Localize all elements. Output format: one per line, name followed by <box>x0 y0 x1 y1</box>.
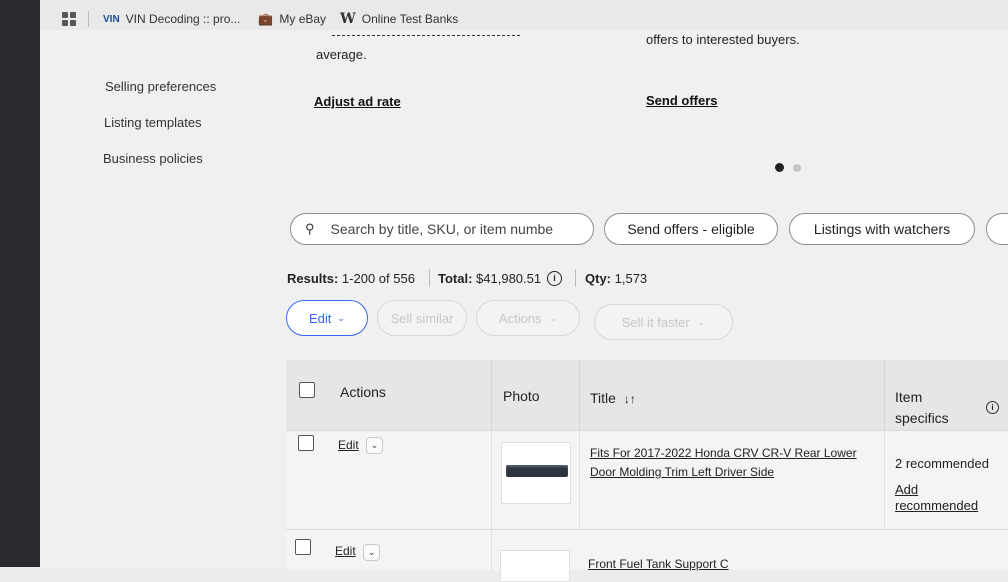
search-input[interactable]: ⚲ Search by title, SKU, or item numbe <box>290 213 594 245</box>
bookmark-label: VIN Decoding :: pro... <box>125 12 241 26</box>
column-divider <box>884 360 885 430</box>
info-icon[interactable]: i <box>547 271 562 286</box>
title-label: Title <box>590 390 616 406</box>
results-value: 1-200 of 556 <box>341 271 415 286</box>
column-divider <box>579 360 580 430</box>
column-item-specifics-line2: specifics <box>895 410 949 426</box>
sidebar-item-listing-templates[interactable]: Listing templates <box>104 115 202 130</box>
specifics-count: 2 recommended <box>895 456 989 471</box>
search-placeholder: Search by title, SKU, or item numbe <box>330 221 554 237</box>
chevron-down-icon: ⌄ <box>549 312 558 323</box>
vin-icon: VIN <box>103 13 120 25</box>
apps-grid-icon[interactable] <box>62 12 76 26</box>
qty-label: Qty: <box>585 271 611 286</box>
sell-similar-button[interactable]: Sell similar <box>377 300 467 336</box>
adjust-ad-rate-link[interactable]: Adjust ad rate <box>314 94 401 109</box>
column-item-specifics-line1: Item <box>895 389 923 405</box>
dashed-underline <box>332 35 520 36</box>
item-title-line1[interactable]: Fits For 2017-2022 Honda CRV CR-V Rear L… <box>590 445 857 462</box>
filter-listings-with-watchers[interactable]: Listings with watchers <box>789 213 975 245</box>
sort-icon[interactable]: ↓↑ <box>624 392 636 406</box>
search-icon: ⚲ <box>305 221 315 236</box>
door-molding-image <box>506 465 568 477</box>
bookmark-online-test-banks[interactable]: W Online Test Banks <box>340 11 458 27</box>
briefcase-icon: 💼 <box>258 12 274 26</box>
actions-label: Actions <box>498 310 542 326</box>
promo-left-text: average. <box>316 47 367 62</box>
row-edit-link[interactable]: Edit <box>335 544 356 558</box>
row-edit-link[interactable]: Edit <box>338 438 359 452</box>
chevron-down-icon: ⌄ <box>697 316 706 327</box>
add-recommended-line2[interactable]: recommended <box>895 498 978 513</box>
filter-send-offers-eligible[interactable]: Send offers - eligible <box>604 213 778 245</box>
item-title-line2[interactable]: Door Molding Trim Left Driver Side <box>590 464 774 481</box>
item-title-line1[interactable]: Front Fuel Tank Support C <box>588 556 729 573</box>
sidebar-item-business-policies[interactable]: Business policies <box>103 151 203 166</box>
table-row: Edit ⌄ Front Fuel Tank Support C <box>286 530 1008 582</box>
bookmark-label: My eBay <box>279 12 327 26</box>
total-label: Total: <box>438 271 473 286</box>
promo-right-text: offers to interested buyers. <box>646 32 800 47</box>
column-photo: Photo <box>503 388 540 404</box>
info-icon[interactable]: i <box>986 401 999 414</box>
chevron-down-icon: ⌄ <box>337 312 345 323</box>
results-count: Results: 1-200 of 556 <box>287 271 415 286</box>
row-checkbox[interactable] <box>295 539 311 555</box>
total-value: $41,980.51 <box>476 271 542 286</box>
bookmark-my-ebay[interactable]: 💼 My eBay <box>258 12 326 26</box>
add-recommended-line1[interactable]: Add <box>895 482 918 497</box>
column-divider <box>491 360 492 430</box>
actions-button[interactable]: Actions ⌄ <box>476 300 580 336</box>
page-content: average. offers to interested buyers. Ad… <box>40 30 1008 582</box>
sidebar-item-selling-preferences[interactable]: Selling preferences <box>105 79 216 94</box>
send-offers-link[interactable]: Send offers <box>646 93 718 108</box>
select-all-checkbox[interactable] <box>299 382 315 398</box>
stats-divider <box>575 269 576 287</box>
sell-it-faster-button[interactable]: Sell it faster ⌄ <box>594 304 733 340</box>
column-divider <box>491 431 492 529</box>
row-checkbox[interactable] <box>298 435 314 451</box>
carousel-dot[interactable] <box>793 164 801 172</box>
table-row: Edit ⌄ Fits For 2017-2022 Honda CRV CR-V… <box>286 431 1008 530</box>
filter-more[interactable] <box>986 213 1008 245</box>
stats-divider <box>429 269 430 287</box>
qty-value: 1,573 <box>614 271 648 286</box>
bookmark-label: Online Test Banks <box>361 12 459 26</box>
item-photo[interactable] <box>501 442 571 504</box>
column-divider <box>884 431 885 529</box>
screen-bezel <box>0 0 40 567</box>
w-logo-icon: W <box>340 11 356 27</box>
column-title[interactable]: Title ↓↑ <box>590 390 636 406</box>
column-divider <box>579 431 580 529</box>
chevron-down-icon[interactable]: ⌄ <box>366 437 383 454</box>
table-header: Actions Photo Title ↓↑ Item specifics i <box>286 360 1008 431</box>
quantity: Qty: 1,573 <box>585 271 647 286</box>
edit-label: Edit <box>309 310 332 326</box>
edit-button[interactable]: Edit ⌄ <box>286 300 368 336</box>
sell-it-faster-label: Sell it faster <box>621 314 690 330</box>
results-label: Results: <box>287 271 339 286</box>
bookmark-vin-decoding[interactable]: VIN VIN Decoding :: pro... <box>103 12 240 26</box>
item-photo[interactable] <box>500 550 570 582</box>
column-divider <box>491 530 492 570</box>
column-actions: Actions <box>340 384 386 400</box>
carousel-dot-active[interactable] <box>775 163 784 172</box>
chevron-down-icon[interactable]: ⌄ <box>363 544 380 561</box>
bookmarks-divider <box>88 11 89 27</box>
total-amount: Total: $41,980.51 <box>438 271 541 286</box>
